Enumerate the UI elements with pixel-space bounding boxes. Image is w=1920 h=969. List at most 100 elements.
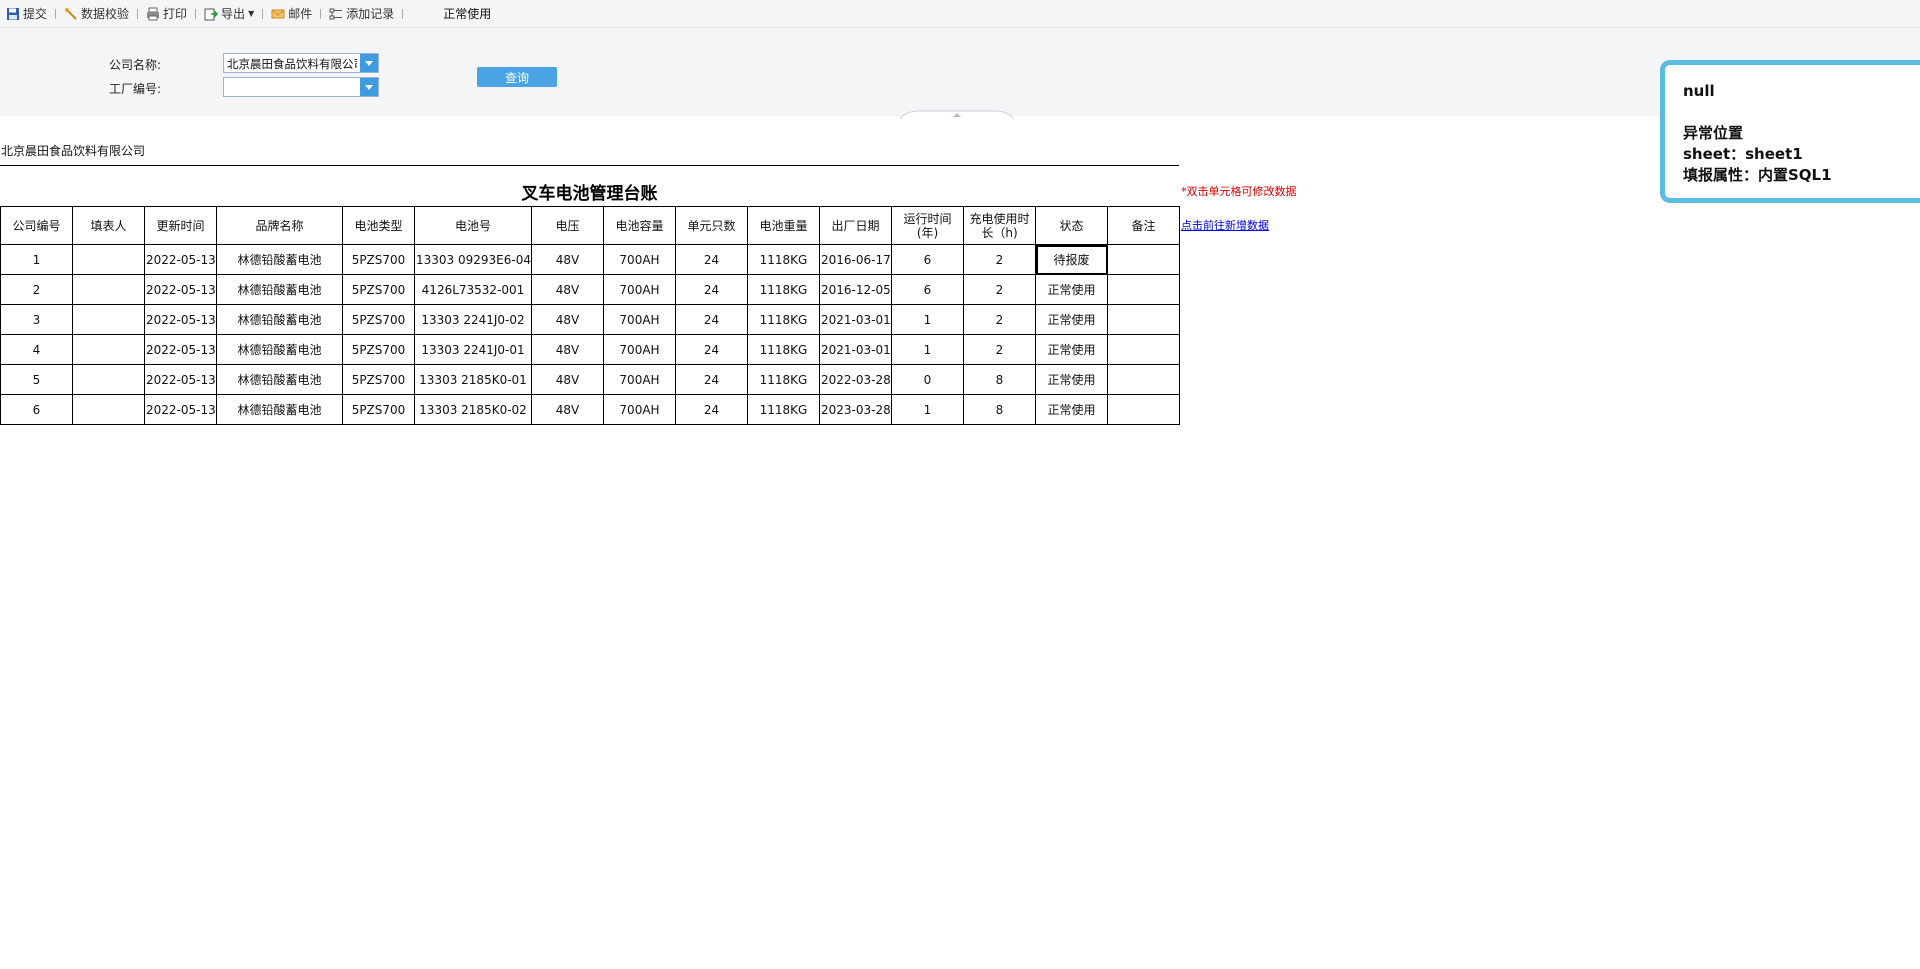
table-cell[interactable] bbox=[72, 274, 145, 305]
table-cell[interactable]: 5 bbox=[0, 364, 73, 395]
table-cell[interactable]: 1118KG bbox=[747, 244, 820, 275]
table-cell[interactable]: 5PZS700 bbox=[342, 334, 415, 365]
table-cell[interactable]: 6 bbox=[0, 394, 73, 425]
table-cell[interactable]: 2022-05-13 bbox=[144, 244, 217, 275]
table-cell[interactable]: 1 bbox=[891, 394, 964, 425]
table-cell[interactable]: 13303 2241J0-02 bbox=[414, 304, 532, 335]
submit-button[interactable]: 提交 bbox=[2, 0, 51, 28]
table-cell[interactable] bbox=[72, 244, 145, 275]
table-cell[interactable]: 5PZS700 bbox=[342, 304, 415, 335]
table-cell[interactable]: 正常使用 bbox=[1035, 364, 1108, 395]
table-cell[interactable]: 48V bbox=[531, 274, 604, 305]
dropdown-arrow-icon[interactable] bbox=[360, 78, 378, 96]
table-cell[interactable]: 正常使用 bbox=[1035, 394, 1108, 425]
table-cell[interactable]: 700AH bbox=[603, 304, 676, 335]
table-cell[interactable]: 1118KG bbox=[747, 394, 820, 425]
table-cell[interactable]: 林德铅酸蓄电池 bbox=[216, 274, 343, 305]
table-cell[interactable]: 2022-05-13 bbox=[144, 274, 217, 305]
status-cell-selected[interactable]: 待报废 bbox=[1035, 244, 1108, 275]
table-cell[interactable]: 48V bbox=[531, 304, 604, 335]
table-cell[interactable]: 林德铅酸蓄电池 bbox=[216, 304, 343, 335]
table-cell[interactable]: 48V bbox=[531, 394, 604, 425]
collapse-panel-handle[interactable] bbox=[899, 108, 1015, 120]
table-cell[interactable]: 正常使用 bbox=[1035, 274, 1108, 305]
table-cell[interactable]: 6 bbox=[891, 244, 964, 275]
table-cell[interactable]: 5PZS700 bbox=[342, 244, 415, 275]
table-cell[interactable]: 2022-05-13 bbox=[144, 304, 217, 335]
add-record-button[interactable]: 添加记录 bbox=[325, 0, 398, 28]
table-cell[interactable] bbox=[72, 394, 145, 425]
table-cell[interactable]: 8 bbox=[963, 394, 1036, 425]
table-cell[interactable]: 2021-03-01 bbox=[819, 334, 892, 365]
table-cell[interactable] bbox=[1107, 334, 1180, 365]
table-cell[interactable] bbox=[72, 334, 145, 365]
table-cell[interactable]: 林德铅酸蓄电池 bbox=[216, 244, 343, 275]
table-cell[interactable] bbox=[1107, 304, 1180, 335]
factory-number-combobox[interactable] bbox=[223, 77, 379, 97]
table-cell[interactable]: 3 bbox=[0, 304, 73, 335]
table-cell[interactable]: 2023-03-28 bbox=[819, 394, 892, 425]
company-name-combobox[interactable]: 北京晨田食品饮料有限公司 bbox=[223, 53, 379, 73]
table-cell[interactable]: 正常使用 bbox=[1035, 304, 1108, 335]
table-cell[interactable]: 2016-12-05 bbox=[819, 274, 892, 305]
table-cell[interactable] bbox=[1107, 364, 1180, 395]
table-cell[interactable]: 700AH bbox=[603, 244, 676, 275]
table-cell[interactable]: 24 bbox=[675, 334, 748, 365]
query-button[interactable]: 查询 bbox=[477, 67, 557, 87]
table-cell[interactable] bbox=[1107, 244, 1180, 275]
table-cell[interactable]: 5PZS700 bbox=[342, 274, 415, 305]
table-cell[interactable]: 1118KG bbox=[747, 334, 820, 365]
export-button[interactable]: 导出 ▼ bbox=[200, 0, 258, 28]
table-cell[interactable]: 13303 2241J0-01 bbox=[414, 334, 532, 365]
table-cell[interactable]: 1118KG bbox=[747, 304, 820, 335]
table-cell[interactable]: 48V bbox=[531, 244, 604, 275]
table-cell[interactable]: 2 bbox=[963, 304, 1036, 335]
table-cell[interactable]: 13303 09293E6-04 bbox=[414, 244, 532, 275]
table-cell[interactable] bbox=[72, 364, 145, 395]
table-cell[interactable]: 2021-03-01 bbox=[819, 304, 892, 335]
table-cell[interactable]: 24 bbox=[675, 364, 748, 395]
table-cell[interactable]: 1118KG bbox=[747, 274, 820, 305]
table-cell[interactable]: 700AH bbox=[603, 364, 676, 395]
table-cell[interactable]: 5PZS700 bbox=[342, 394, 415, 425]
table-cell[interactable]: 正常使用 bbox=[1035, 334, 1108, 365]
table-cell[interactable]: 5PZS700 bbox=[342, 364, 415, 395]
dropdown-arrow-icon[interactable] bbox=[360, 54, 378, 72]
table-cell[interactable]: 2022-05-13 bbox=[144, 364, 217, 395]
table-cell[interactable]: 13303 2185K0-01 bbox=[414, 364, 532, 395]
table-cell[interactable]: 24 bbox=[675, 274, 748, 305]
table-cell[interactable]: 700AH bbox=[603, 394, 676, 425]
table-cell[interactable]: 4126L73532-001 bbox=[414, 274, 532, 305]
table-cell[interactable]: 林德铅酸蓄电池 bbox=[216, 334, 343, 365]
table-cell[interactable]: 24 bbox=[675, 244, 748, 275]
table-cell[interactable] bbox=[1107, 394, 1180, 425]
table-cell[interactable]: 1 bbox=[891, 304, 964, 335]
table-cell[interactable]: 48V bbox=[531, 364, 604, 395]
table-cell[interactable]: 700AH bbox=[603, 334, 676, 365]
table-cell[interactable]: 1 bbox=[891, 334, 964, 365]
table-cell[interactable]: 6 bbox=[891, 274, 964, 305]
table-cell[interactable]: 2016-06-17 bbox=[819, 244, 892, 275]
table-cell[interactable]: 8 bbox=[963, 364, 1036, 395]
table-cell[interactable]: 林德铅酸蓄电池 bbox=[216, 394, 343, 425]
table-cell[interactable]: 4 bbox=[0, 334, 73, 365]
print-button[interactable]: 打印 bbox=[142, 0, 191, 28]
table-cell[interactable]: 2022-03-28 bbox=[819, 364, 892, 395]
table-cell[interactable]: 24 bbox=[675, 304, 748, 335]
table-cell[interactable]: 1118KG bbox=[747, 364, 820, 395]
table-cell[interactable]: 2022-05-13 bbox=[144, 394, 217, 425]
add-data-link[interactable]: 点击前往新增数据 bbox=[1181, 217, 1269, 233]
table-cell[interactable]: 700AH bbox=[603, 274, 676, 305]
table-cell[interactable]: 林德铅酸蓄电池 bbox=[216, 364, 343, 395]
mail-button[interactable]: 邮件 bbox=[267, 0, 316, 28]
table-cell[interactable]: 2 bbox=[0, 274, 73, 305]
table-cell[interactable]: 0 bbox=[891, 364, 964, 395]
table-cell[interactable]: 48V bbox=[531, 334, 604, 365]
table-cell[interactable] bbox=[1107, 274, 1180, 305]
table-cell[interactable] bbox=[72, 304, 145, 335]
table-cell[interactable]: 13303 2185K0-02 bbox=[414, 394, 532, 425]
table-cell[interactable]: 2 bbox=[963, 244, 1036, 275]
table-cell[interactable]: 24 bbox=[675, 394, 748, 425]
table-cell[interactable]: 2 bbox=[963, 274, 1036, 305]
table-cell[interactable]: 2 bbox=[963, 334, 1036, 365]
